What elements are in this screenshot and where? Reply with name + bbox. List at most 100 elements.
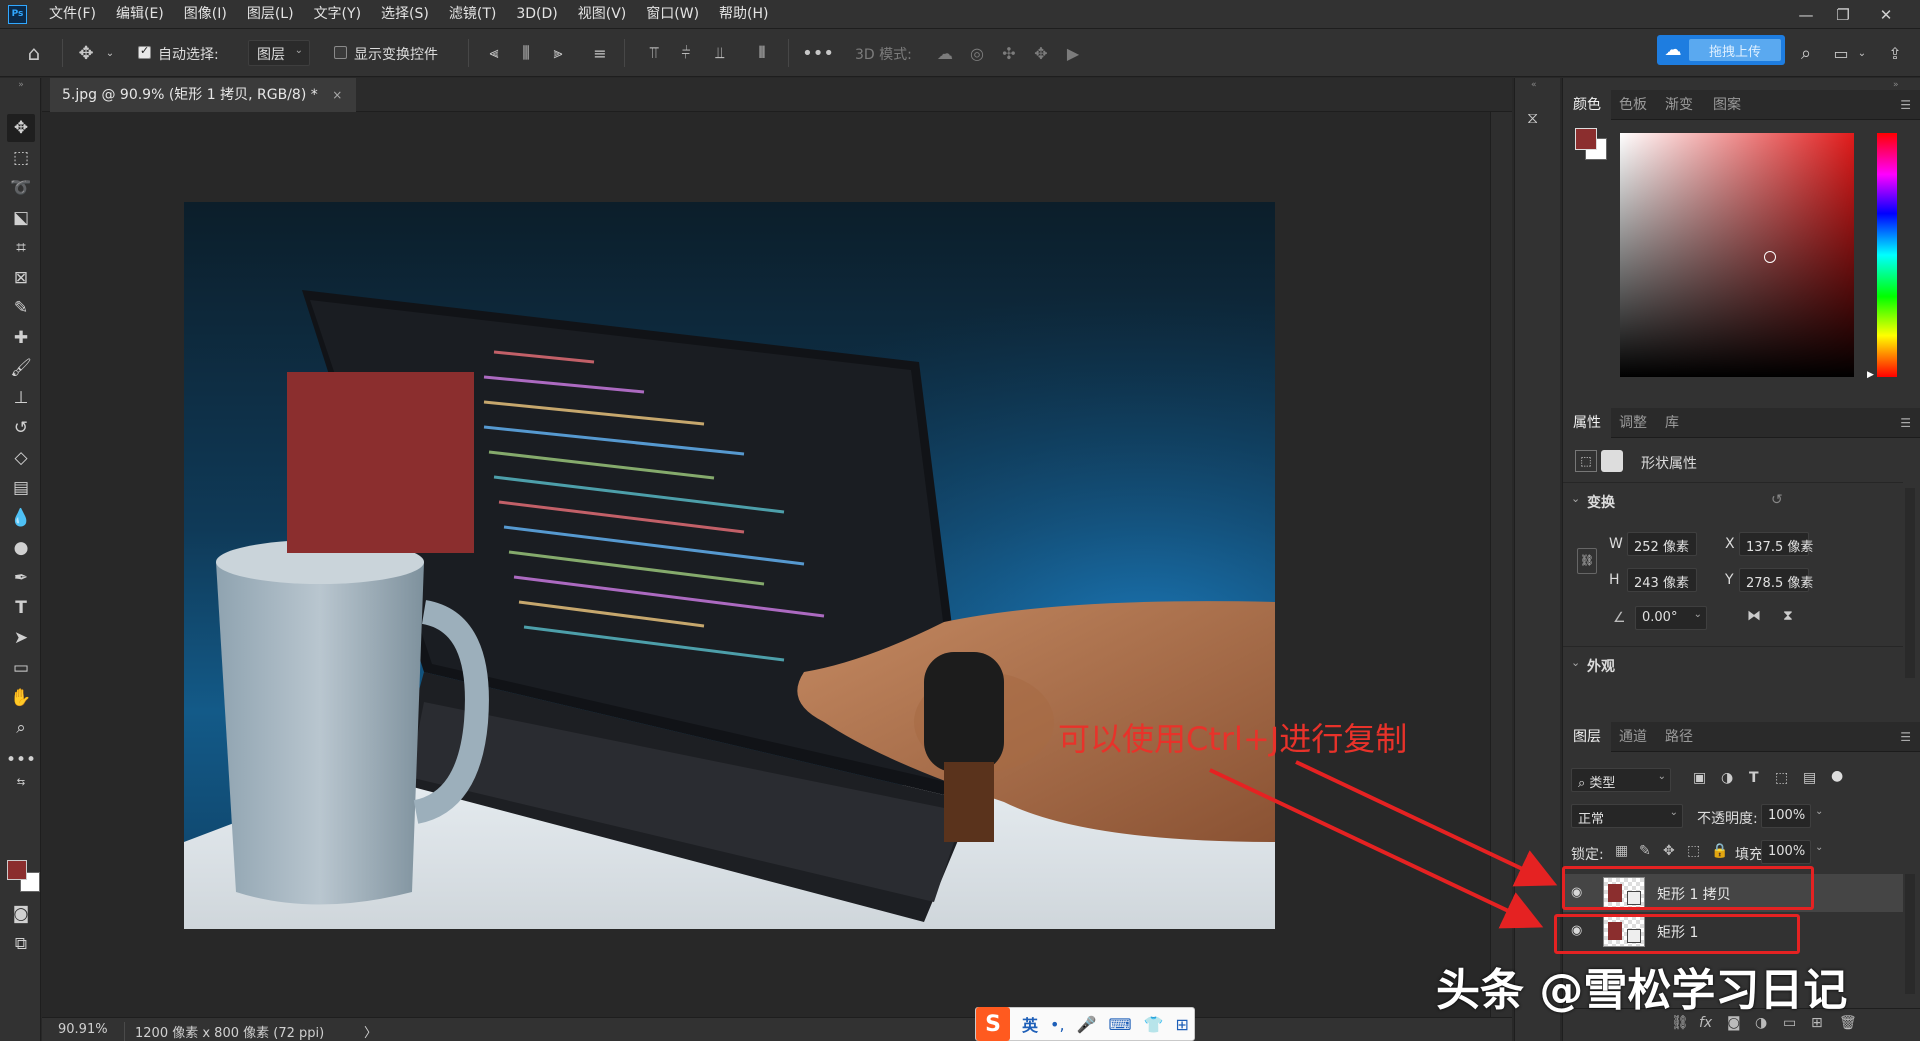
filter-adjustment-icon[interactable]: ◑ xyxy=(1721,770,1733,786)
align-bottom-icon[interactable]: ⫫ xyxy=(710,43,730,63)
hue-slider-handle[interactable]: ▶ xyxy=(1867,370,1874,380)
home-icon[interactable]: ⌂ xyxy=(22,41,46,65)
panel-menu-icon[interactable]: ☰ xyxy=(1900,98,1911,112)
blur-tool-icon[interactable]: 💧 xyxy=(7,504,35,532)
show-transform-checkbox[interactable] xyxy=(334,46,347,59)
3d-camera-icon[interactable]: ▶ xyxy=(1062,43,1084,63)
tab-layers[interactable]: 图层 xyxy=(1563,722,1611,752)
frame-tool-icon[interactable]: ⊠ xyxy=(7,264,35,292)
type-tool-icon[interactable]: T xyxy=(7,594,35,622)
menu-layer[interactable]: 图层(L) xyxy=(237,0,304,29)
pen-tool-icon[interactable]: ✒ xyxy=(7,564,35,592)
close-icon[interactable]: ✕ xyxy=(1866,0,1906,29)
rectangle-tool-icon[interactable]: ▭ xyxy=(7,654,35,682)
share-icon[interactable]: ⇪ xyxy=(1884,43,1906,63)
flip-vertical-icon[interactable]: ⧗ xyxy=(1783,608,1793,624)
swap-colors-icon[interactable]: ⇆ xyxy=(7,774,35,790)
tab-libraries[interactable]: 库 xyxy=(1655,408,1689,438)
keyboard-icon[interactable]: ⌨ xyxy=(1108,1015,1131,1034)
align-right-icon[interactable]: ⫸ xyxy=(548,43,568,63)
reset-icon[interactable]: ↺ xyxy=(1771,492,1783,508)
blend-mode-dropdown[interactable]: 正常 ⌄ xyxy=(1571,804,1683,828)
chevron-down-icon[interactable]: ⌄ xyxy=(1815,842,1823,853)
align-center-icon[interactable]: ⫼ xyxy=(516,43,536,63)
color-picker-cursor[interactable] xyxy=(1764,251,1776,263)
height-field[interactable]: 243 像素 xyxy=(1627,568,1697,592)
menu-type[interactable]: 文字(Y) xyxy=(304,0,371,29)
chevron-down-icon[interactable]: ⌄ xyxy=(1856,43,1868,63)
ime-language-toggle[interactable]: 英 xyxy=(1022,1012,1038,1036)
upload-button[interactable]: ☁ 拖拽上传 xyxy=(1657,35,1785,65)
gradient-tool-icon[interactable]: ▤ xyxy=(7,474,35,502)
distribute-icon[interactable]: ≡ xyxy=(590,43,610,63)
distribute-vertical-icon[interactable]: ⫴ xyxy=(752,43,772,63)
restore-icon[interactable]: ❐ xyxy=(1823,0,1863,29)
eraser-tool-icon[interactable]: ◇ xyxy=(7,444,35,472)
auto-select-checkbox[interactable] xyxy=(138,44,151,59)
flip-horizontal-icon[interactable]: ⧓ xyxy=(1747,608,1761,624)
filter-toggle-icon[interactable]: ● xyxy=(1831,768,1843,784)
foreground-color-swatch[interactable] xyxy=(7,860,27,880)
collapse-icon[interactable]: » xyxy=(1893,80,1899,90)
fill-field[interactable]: 100% xyxy=(1761,840,1811,864)
menu-view[interactable]: 视图(V) xyxy=(568,0,637,29)
object-select-tool-icon[interactable]: ⬕ xyxy=(7,204,35,232)
zoom-level[interactable]: 90.91% xyxy=(58,1022,108,1037)
collapse-icon[interactable]: » xyxy=(7,80,35,90)
menu-edit[interactable]: 编辑(E) xyxy=(106,0,174,29)
path-select-tool-icon[interactable]: ➤ xyxy=(7,624,35,652)
chevron-down-icon[interactable]: ⌄ xyxy=(104,43,116,63)
transform-section-title[interactable]: 变换 xyxy=(1587,492,1615,512)
marquee-tool-icon[interactable]: ⬚ xyxy=(7,144,35,172)
rectangle-shape-layer[interactable] xyxy=(287,372,474,553)
chevron-down-icon[interactable]: ⌄ xyxy=(1571,492,1580,505)
filter-pixel-icon[interactable]: ▣ xyxy=(1693,770,1706,786)
3d-pan-icon[interactable]: ✣ xyxy=(998,43,1020,63)
toolbox-icon[interactable]: ⊞ xyxy=(1175,1015,1188,1034)
width-field[interactable]: 252 像素 xyxy=(1627,532,1697,556)
menu-file[interactable]: 文件(F) xyxy=(39,0,106,29)
auto-select-dropdown[interactable]: 图层 ⌄ xyxy=(248,40,310,66)
edit-toolbar-icon[interactable]: ••• xyxy=(6,746,36,774)
workspace-icon[interactable]: ▭ xyxy=(1830,43,1852,63)
move-tool-icon[interactable]: ✥ xyxy=(7,114,35,142)
lasso-tool-icon[interactable]: ➰ xyxy=(7,174,35,202)
menu-window[interactable]: 窗口(W) xyxy=(636,0,709,29)
tab-properties[interactable]: 属性 xyxy=(1563,408,1611,438)
menu-select[interactable]: 选择(S) xyxy=(371,0,439,29)
color-picker-field[interactable] xyxy=(1620,133,1854,377)
menu-filter[interactable]: 滤镜(T) xyxy=(439,0,506,29)
dodge-tool-icon[interactable]: ● xyxy=(7,534,35,562)
menu-3d[interactable]: 3D(D) xyxy=(506,0,567,29)
tab-gradients[interactable]: 渐变 xyxy=(1655,90,1703,120)
menu-image[interactable]: 图像(I) xyxy=(174,0,237,29)
chevron-down-icon[interactable]: ⌄ xyxy=(1815,806,1823,817)
history-brush-tool-icon[interactable]: ↺ xyxy=(7,414,35,442)
tab-color[interactable]: 颜色 xyxy=(1563,90,1611,120)
move-tool-icon[interactable]: ✥ xyxy=(74,43,98,64)
x-field[interactable]: 137.5 像素 xyxy=(1739,532,1813,556)
angle-field[interactable]: 0.00° ⌄ xyxy=(1635,606,1707,630)
ime-punctuation-toggle[interactable]: •, xyxy=(1050,1015,1065,1034)
clone-stamp-tool-icon[interactable]: ⊥ xyxy=(7,384,35,412)
layers-scrollbar[interactable] xyxy=(1905,874,1915,994)
properties-scrollbar[interactable] xyxy=(1905,488,1915,678)
align-left-icon[interactable]: ⫷ xyxy=(484,43,504,63)
3d-slide-icon[interactable]: ✥ xyxy=(1030,43,1052,63)
lock-all-icon[interactable]: 🔒 xyxy=(1711,843,1728,859)
document-canvas-image[interactable] xyxy=(184,202,1275,929)
crop-tool-icon[interactable]: ⌗ xyxy=(7,234,35,262)
filter-type-icon[interactable]: T xyxy=(1749,770,1759,786)
healing-brush-tool-icon[interactable]: ✚ xyxy=(7,324,35,352)
align-top-icon[interactable]: ⫪ xyxy=(644,43,664,63)
filter-shape-icon[interactable]: ⬚ xyxy=(1775,770,1788,786)
hand-tool-icon[interactable]: ✋ xyxy=(7,684,35,712)
filter-smart-object-icon[interactable]: ▤ xyxy=(1803,770,1816,786)
menu-help[interactable]: 帮助(H) xyxy=(709,0,778,29)
document-tab[interactable]: 5.jpg @ 90.9% (矩形 1 拷贝, RGB/8) * × xyxy=(50,78,357,112)
history-panel-icon[interactable]: ⧖ xyxy=(1527,108,1549,130)
appearance-section-title[interactable]: 外观 xyxy=(1587,656,1615,676)
opacity-field[interactable]: 100% xyxy=(1761,804,1811,828)
search-icon[interactable]: ⌕ xyxy=(1795,43,1817,64)
screen-mode-icon[interactable]: ⧉ xyxy=(7,930,35,958)
